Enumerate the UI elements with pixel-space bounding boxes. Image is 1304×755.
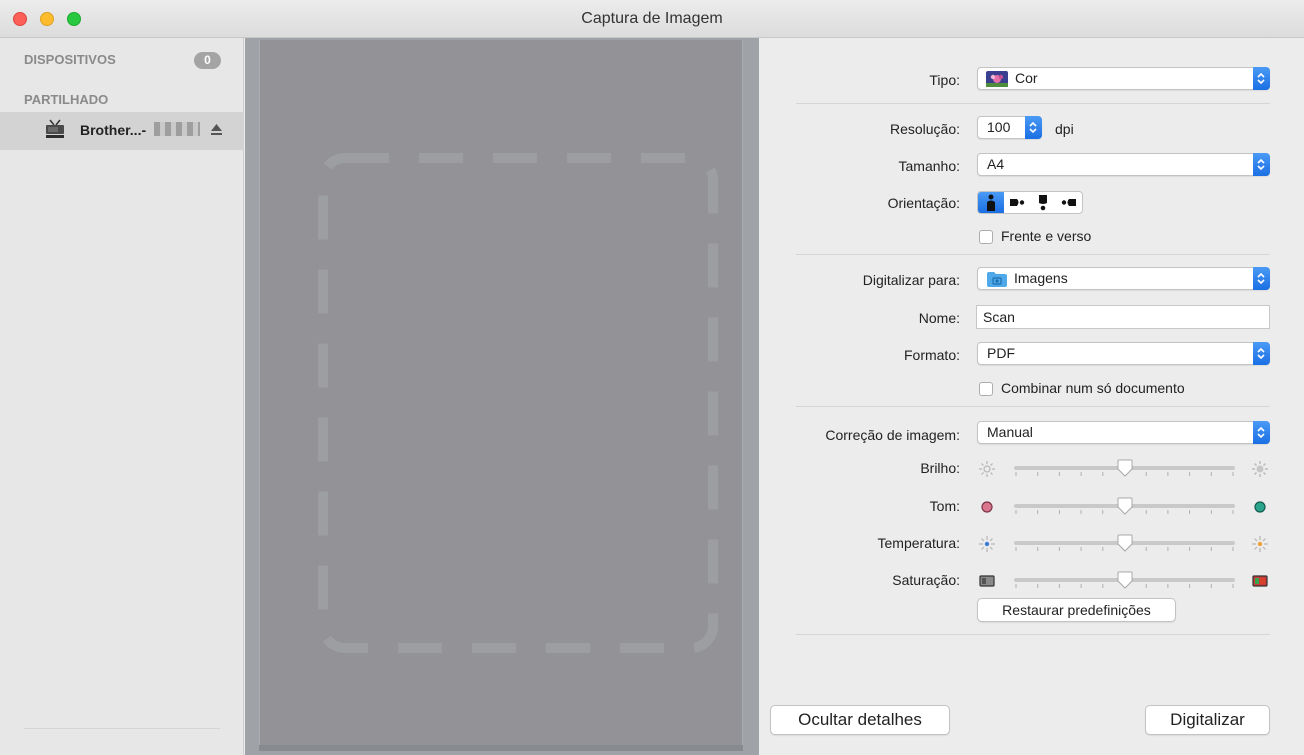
size-value: A4	[987, 156, 1005, 172]
slider-knob[interactable]	[1117, 534, 1133, 552]
scan-to-label: Digitalizar para:	[862, 272, 960, 288]
temperature-label: Temperatura:	[877, 535, 960, 551]
popup-arrows-icon	[1253, 153, 1270, 176]
duplex-label: Frente e verso	[1001, 228, 1092, 244]
scan-button[interactable]: Digitalizar	[1145, 705, 1270, 735]
section-divider	[796, 406, 1270, 407]
format-popup[interactable]: PDF	[977, 342, 1270, 365]
popup-arrows-icon	[1025, 116, 1042, 139]
combine-label: Combinar num só documento	[1001, 380, 1185, 396]
size-label: Tamanho:	[898, 158, 960, 174]
scan-region-placeholder	[318, 153, 718, 653]
duplex-checkbox[interactable]	[979, 230, 993, 244]
shared-header: PARTILHADO	[24, 92, 109, 107]
scan-to-popup[interactable]: Imagens	[977, 267, 1270, 290]
slider-knob[interactable]	[1117, 571, 1133, 589]
scanner-device-icon	[46, 119, 64, 138]
person-right-icon	[1061, 199, 1076, 206]
scan-preview-area[interactable]	[245, 38, 759, 755]
sidebar-divider	[24, 728, 220, 729]
person-upright-icon	[987, 194, 995, 211]
temperature-cool-icon	[979, 536, 995, 552]
title-bar: Captura de Imagem	[0, 0, 1304, 38]
sidebar-item-brother-scanner[interactable]: Brother...-	[0, 112, 244, 150]
scan-details-panel: Tipo: Cor Resolução: 100 dpi Tamanho: A4…	[760, 38, 1304, 755]
format-label: Formato:	[903, 347, 960, 363]
devices-header: DISPOSITIVOS	[24, 52, 116, 67]
scan-to-value: Imagens	[1014, 270, 1068, 286]
section-divider	[796, 634, 1270, 635]
pictures-folder-icon	[987, 272, 1007, 287]
restore-defaults-button[interactable]: Restaurar predefinições	[977, 598, 1176, 622]
resolution-value: 100	[987, 119, 1011, 135]
color-photo-icon	[986, 71, 1008, 87]
saturation-low-icon	[979, 575, 995, 587]
person-left-icon	[1010, 199, 1025, 206]
saturation-high-icon	[1252, 575, 1268, 587]
size-popup[interactable]: A4	[977, 153, 1270, 176]
slider-knob[interactable]	[1117, 459, 1133, 477]
tint-label: Tom:	[929, 498, 960, 514]
type-label: Tipo:	[929, 72, 960, 88]
redacted-device-name	[154, 122, 200, 136]
hide-details-button[interactable]: Ocultar detalhes	[770, 705, 950, 735]
name-label: Nome:	[918, 310, 960, 326]
saturation-label: Saturação:	[892, 572, 960, 588]
preview-paper-edge	[259, 745, 743, 751]
sidebar-item-label: Brother...-	[80, 122, 147, 138]
devices-count-badge: 0	[194, 52, 221, 69]
orientation-upright-option[interactable]	[978, 192, 1004, 213]
preview-paper	[259, 40, 743, 745]
resolution-unit: dpi	[1055, 121, 1074, 137]
popup-arrows-icon	[1253, 67, 1270, 90]
image-correction-popup[interactable]: Manual	[977, 421, 1270, 444]
eject-icon[interactable]	[210, 123, 223, 137]
orientation-right-option[interactable]	[1056, 192, 1082, 213]
brightness-label: Brilho:	[920, 460, 960, 476]
sidebar: DISPOSITIVOS 0 PARTILHADO Brother...-	[0, 38, 244, 755]
section-divider	[796, 254, 1270, 255]
popup-arrows-icon	[1253, 342, 1270, 365]
window-title: Captura de Imagem	[581, 10, 723, 27]
temperature-warm-icon	[1252, 536, 1268, 552]
section-divider	[796, 103, 1270, 104]
orientation-left-option[interactable]	[1004, 192, 1030, 213]
slider-knob[interactable]	[1117, 497, 1133, 515]
image-correction-label: Correção de imagem:	[825, 427, 960, 443]
orientation-down-option[interactable]	[1030, 192, 1056, 213]
orientation-label: Orientação:	[887, 195, 960, 211]
orientation-segmented-control	[977, 191, 1083, 214]
type-value: Cor	[1015, 70, 1038, 86]
format-value: PDF	[987, 345, 1015, 361]
combine-checkbox[interactable]	[979, 382, 993, 396]
brightness-low-icon	[979, 461, 995, 477]
tint-magenta-icon	[981, 501, 993, 513]
resolution-popup[interactable]: 100	[977, 116, 1042, 139]
resolution-label: Resolução:	[889, 121, 960, 137]
person-inverted-icon	[1039, 195, 1047, 211]
tint-green-icon	[1254, 501, 1266, 513]
type-popup[interactable]: Cor	[977, 67, 1270, 90]
image-correction-value: Manual	[987, 424, 1033, 440]
name-field[interactable]: Scan	[976, 305, 1270, 329]
popup-arrows-icon	[1253, 267, 1270, 290]
brightness-high-icon	[1252, 461, 1268, 477]
popup-arrows-icon	[1253, 421, 1270, 444]
